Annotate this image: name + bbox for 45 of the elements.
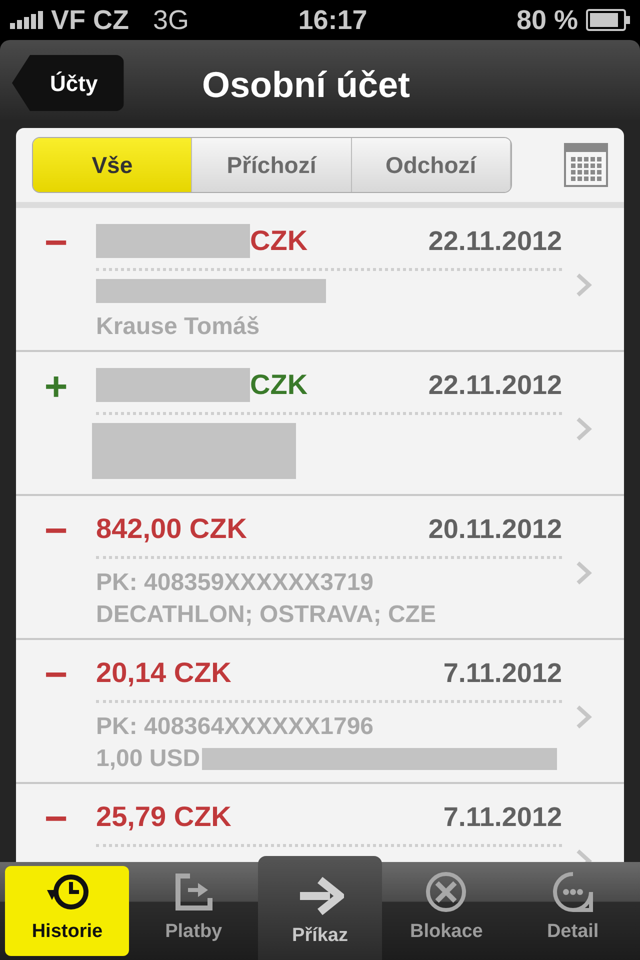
date-text: 20.11.2012 — [428, 512, 562, 546]
sign-text: + — [44, 370, 68, 411]
tab-button[interactable]: Detail — [510, 866, 636, 956]
sign-text: − — [44, 226, 68, 267]
date-text: 7.11.2012 — [443, 656, 562, 690]
chevron-icon[interactable] — [576, 705, 592, 729]
description-text: PK: 408359XXXXXX3719 — [96, 568, 375, 598]
filter-tab[interactable]: Odchozí — [352, 138, 511, 192]
amount-text: 20,14 CZK — [96, 656, 232, 690]
amount-text: CZK — [250, 368, 308, 402]
description-text: DECATHLON; OSTRAVA; CZE — [96, 600, 437, 630]
transaction-row[interactable]: − 20,14 CZK 7.11.2012 PK: 408364XXXXXX1796 1,00 USD — [16, 640, 624, 784]
amount-text: 842,00 CZK — [96, 512, 247, 546]
amount-text: CZK — [250, 224, 308, 258]
clock-time: 16:17 — [298, 4, 368, 37]
signal-icon — [10, 11, 43, 29]
chevron-icon[interactable] — [576, 561, 592, 585]
screen-title: Osobní účet — [202, 63, 410, 107]
description-text: PK: 408364XXXXXX1796 — [96, 712, 375, 742]
date-text: 22.11.2012 — [428, 368, 562, 402]
tab-button[interactable]: Platby — [131, 866, 256, 956]
date-text: 22.11.2012 — [428, 224, 562, 258]
sign-text: − — [44, 802, 68, 843]
carrier-name: VF CZ — [51, 4, 129, 37]
chevron-icon[interactable] — [576, 417, 592, 441]
battery-icon — [586, 9, 630, 31]
transaction-row[interactable]: + CZK 22.11.2012 — [16, 352, 624, 496]
transaction-row[interactable]: − 842,00 CZK 20.11.2012 PK: 408359XXXXXX3719 DECATHLON; OSTRAVA; CZE — [16, 496, 624, 640]
filter-tab[interactable]: Příchozí — [192, 138, 352, 192]
back-button[interactable]: Účty — [12, 55, 124, 111]
description-text: 1,00 USD — [96, 744, 200, 774]
transaction-row[interactable]: − CZK 22.11.2012 Krause Tomáš — [16, 208, 624, 352]
calendar-icon[interactable] — [564, 143, 608, 187]
chevron-icon[interactable] — [576, 273, 592, 297]
sign-text: − — [44, 658, 68, 699]
description-text: Krause Tomáš — [96, 312, 261, 342]
sign-text: − — [44, 514, 68, 555]
date-text: 7.11.2012 — [443, 800, 562, 834]
amount-text: 25,79 CZK — [96, 800, 232, 834]
tab-button[interactable]: Blokace — [384, 866, 509, 956]
network-type: 3G — [153, 4, 190, 37]
tab-button[interactable]: Historie — [5, 866, 130, 956]
battery-percent: 80 % — [516, 4, 578, 37]
filter-tab[interactable]: Vše — [33, 138, 192, 192]
tab-button[interactable]: Příkaz — [258, 856, 382, 960]
